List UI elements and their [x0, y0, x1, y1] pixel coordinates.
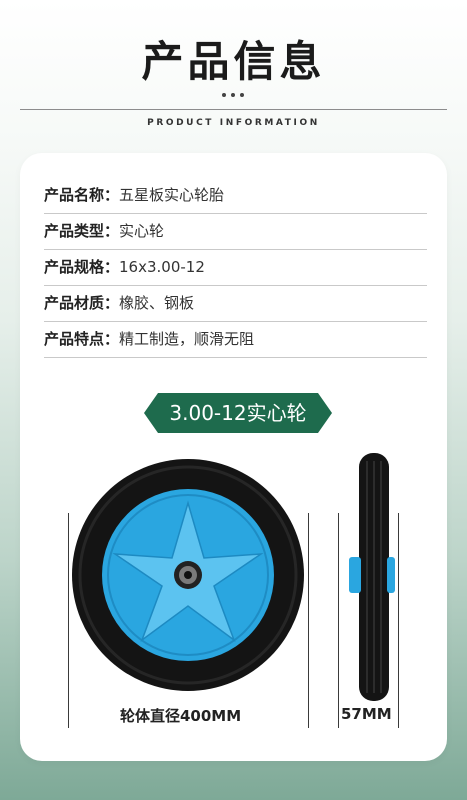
diameter-label: 轮体直径400MM — [120, 707, 242, 725]
info-label: 产品材质： — [44, 294, 120, 312]
info-label: 产品名称： — [44, 186, 120, 204]
info-label: 产品特点： — [44, 330, 120, 348]
info-label: 产品规格： — [44, 258, 120, 276]
info-value: 橡胶、钢板 — [119, 294, 195, 312]
info-value: 实心轮 — [119, 222, 165, 240]
dimension-line — [398, 513, 399, 728]
dot — [240, 93, 244, 97]
wheel-front-image — [72, 459, 304, 691]
title-dots — [220, 93, 250, 99]
info-row-type: 产品类型：实心轮 — [44, 213, 427, 250]
dot — [222, 93, 226, 97]
info-row-name: 产品名称：五星板实心轮胎 — [44, 177, 427, 214]
info-value: 精工制造，顺滑无阻 — [119, 330, 255, 348]
page-title: 产品信息 — [141, 37, 326, 86]
dimension-line — [338, 513, 339, 728]
dimension-line — [308, 513, 309, 728]
model-badge: 3.00-12实心轮 — [144, 393, 332, 433]
info-row-material: 产品材质：橡胶、钢板 — [44, 285, 427, 322]
hub-left — [349, 557, 361, 593]
wheel-side-image — [349, 453, 395, 701]
info-value: 五星板实心轮胎 — [119, 186, 225, 204]
info-value: 16x3.00-12 — [119, 258, 205, 276]
info-card: 产品名称：五星板实心轮胎 产品类型：实心轮 产品规格：16x3.00-12 产品… — [20, 153, 447, 761]
hub-right — [387, 557, 395, 593]
info-label: 产品类型： — [44, 222, 120, 240]
page-subtitle: PRODUCT INFORMATION — [147, 118, 320, 128]
header-divider — [20, 109, 447, 110]
axle-hole — [184, 571, 192, 579]
dot — [231, 93, 235, 97]
dimension-line — [68, 513, 69, 728]
width-label: 57MM — [341, 705, 392, 723]
info-row-spec: 产品规格：16x3.00-12 — [44, 249, 427, 286]
info-row-feature: 产品特点：精工制造，顺滑无阻 — [44, 321, 427, 358]
